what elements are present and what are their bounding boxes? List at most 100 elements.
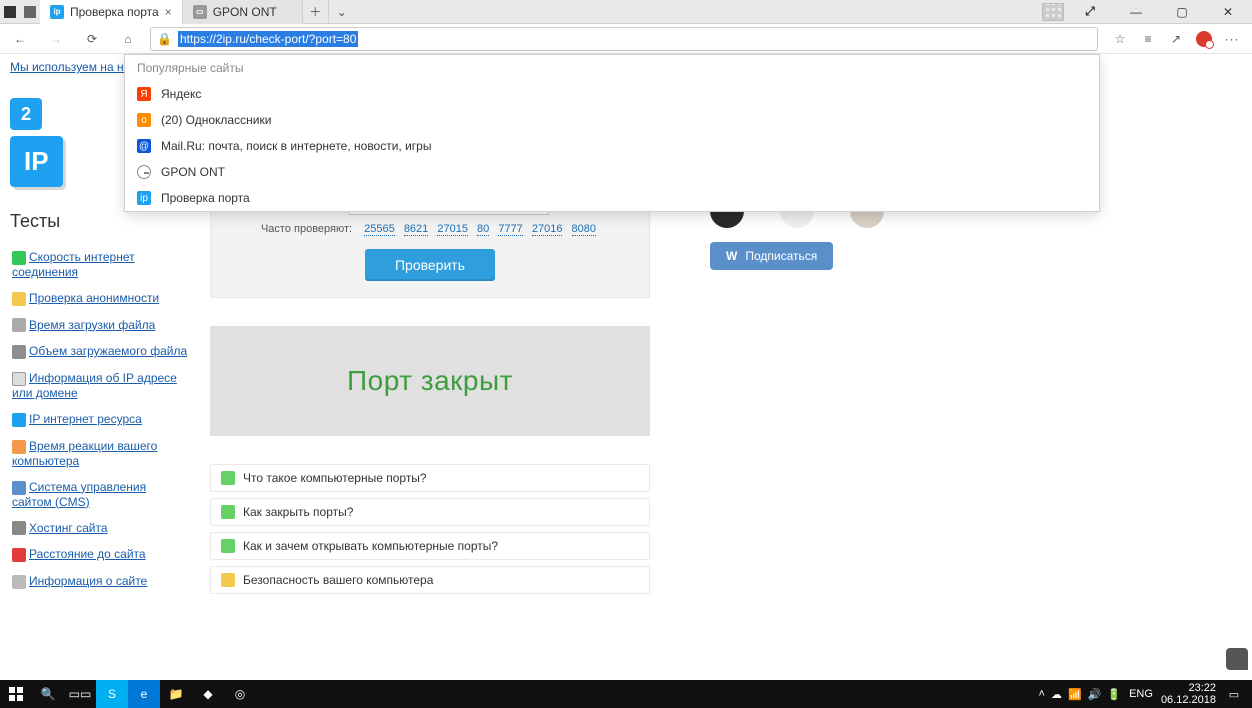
action-center-button[interactable]: ▭ bbox=[1224, 688, 1244, 701]
sidebar-item-download-time[interactable]: Время загрузки файла bbox=[10, 312, 190, 339]
close-window-button[interactable]: ✕ bbox=[1208, 0, 1248, 24]
test-list: Скорость интернет соединения Проверка ан… bbox=[10, 244, 190, 595]
freq-port-link[interactable]: 7777 bbox=[498, 223, 522, 236]
sidebar-item-ip-info[interactable]: Информация об IP адресе или домене bbox=[10, 365, 190, 406]
freq-port-link[interactable]: 27016 bbox=[532, 223, 563, 236]
sidebar-item-resource-ip[interactable]: IP интернет ресурса bbox=[10, 406, 190, 433]
grid-icon[interactable] bbox=[1042, 3, 1064, 21]
new-tab-button[interactable]: ＋ bbox=[303, 0, 329, 24]
tray-language[interactable]: ENG bbox=[1129, 688, 1153, 700]
freq-ports: 25565 8621 27015 80 7777 27016 8080 bbox=[361, 223, 599, 235]
window-system-icon bbox=[24, 6, 36, 18]
reading-list-icon[interactable]: ≡ bbox=[1140, 31, 1156, 47]
favicon-generic-icon: ▭ bbox=[193, 5, 207, 19]
suggestion-item-yandex[interactable]: Я Яндекс bbox=[125, 81, 1099, 107]
maximize-button[interactable]: ▢ bbox=[1162, 0, 1202, 24]
url-text: https://2ip.ru/check-port/?port=80 bbox=[178, 31, 358, 47]
suggestions-header: Популярные сайты bbox=[125, 55, 1099, 81]
freq-label: Часто проверяют: bbox=[261, 223, 352, 235]
suggestion-label: Mail.Ru: почта, поиск в интернете, новос… bbox=[161, 139, 431, 153]
tray-chevron-icon[interactable]: ˄ bbox=[1039, 688, 1045, 701]
favorites-icon[interactable]: ☆ bbox=[1112, 31, 1128, 47]
suggestion-label: GPON ONT bbox=[161, 165, 225, 179]
suggestion-item-gpon[interactable]: GPON ONT bbox=[125, 159, 1099, 185]
menu-button[interactable]: ··· bbox=[1224, 31, 1240, 47]
tab-label: GPON ONT bbox=[213, 5, 277, 19]
freq-port-link[interactable]: 25565 bbox=[364, 223, 395, 236]
favicon-2ip-icon: ip bbox=[50, 5, 64, 19]
freq-port-link[interactable]: 80 bbox=[477, 223, 489, 236]
suggestion-label: (20) Одноклассники bbox=[161, 113, 271, 127]
freq-port-link[interactable]: 27015 bbox=[437, 223, 468, 236]
cookie-notice-link[interactable]: Мы используем на на bbox=[10, 60, 130, 74]
chat-widget-icon[interactable] bbox=[1226, 648, 1248, 670]
history-icon bbox=[137, 165, 151, 179]
sidebar-item-distance[interactable]: Расстояние до сайта bbox=[10, 541, 190, 568]
suggestion-item-checkport[interactable]: ip Проверка порта bbox=[125, 185, 1099, 211]
search-button[interactable]: 🔍 bbox=[32, 680, 64, 708]
start-button[interactable] bbox=[0, 680, 32, 708]
lock-icon bbox=[221, 573, 235, 587]
freq-port-link[interactable]: 8080 bbox=[572, 223, 596, 236]
sidebar-item-hosting[interactable]: Хостинг сайта bbox=[10, 515, 190, 542]
navbar: ← → ⟳ ⌂ 🔒 https://2ip.ru/check-port/?por… bbox=[0, 24, 1252, 54]
taskbar-app-generic[interactable]: ◆ bbox=[192, 680, 224, 708]
freq-port-link[interactable]: 8621 bbox=[404, 223, 428, 236]
minimize-button[interactable]: — bbox=[1116, 0, 1156, 24]
sidebar-item-file-size[interactable]: Объем загружаемого файла bbox=[10, 338, 190, 365]
mailru-icon: @ bbox=[137, 139, 151, 153]
taskbar-app-explorer[interactable]: 📁 bbox=[160, 680, 192, 708]
taskbar: 🔍 ▭▭ S e 📁 ◆ ◎ ˄ ☁ 📶 🔊 🔋 ENG 23:22 06.12… bbox=[0, 680, 1252, 708]
check-button[interactable]: Проверить bbox=[365, 249, 495, 281]
tray-icons[interactable]: ˄ ☁ 📶 🔊 🔋 bbox=[1039, 688, 1122, 701]
tray-battery-icon[interactable]: 🔋 bbox=[1107, 688, 1121, 701]
faq-item[interactable]: Что такое компьютерные порты? bbox=[210, 464, 650, 492]
fullscreen-button[interactable]: ⤢ bbox=[1070, 0, 1110, 24]
taskbar-app-edge[interactable]: e bbox=[128, 680, 160, 708]
tab-menu-button[interactable]: ⌄ bbox=[329, 0, 355, 24]
faq-item[interactable]: Как закрыть порты? bbox=[210, 498, 650, 526]
windows-icon bbox=[9, 687, 23, 701]
window-system-icon bbox=[4, 6, 16, 18]
sidebar-item-cms[interactable]: Система управления сайтом (CMS) bbox=[10, 474, 190, 515]
share-icon[interactable]: ↗ bbox=[1168, 31, 1184, 47]
vk-icon: W bbox=[726, 249, 737, 263]
suggestion-label: Яндекс bbox=[161, 87, 201, 101]
result-text: Порт закрыт bbox=[347, 365, 513, 397]
faq-item[interactable]: Безопасность вашего компьютера bbox=[210, 566, 650, 594]
browser-tabs: ip Проверка порта × ▭ GPON ONT ＋ ⌄ bbox=[40, 0, 355, 24]
sidebar-item-reaction-time[interactable]: Время реакции вашего компьютера bbox=[10, 433, 190, 474]
taskbar-app-teamviewer[interactable]: ◎ bbox=[224, 680, 256, 708]
taskbar-app-skype[interactable]: S bbox=[96, 680, 128, 708]
faq-item[interactable]: Как и зачем открывать компьютерные порты… bbox=[210, 532, 650, 560]
url-bar[interactable]: 🔒 https://2ip.ru/check-port/?port=80 bbox=[150, 27, 1098, 51]
home-button[interactable]: ⌂ bbox=[114, 25, 142, 53]
tray-volume-icon[interactable]: 🔊 bbox=[1088, 688, 1102, 701]
url-suggestions-dropdown: Популярные сайты Я Яндекс o (20) Однокла… bbox=[124, 54, 1100, 212]
forward-button[interactable]: → bbox=[42, 25, 70, 53]
tab-close-icon[interactable]: × bbox=[165, 5, 172, 19]
tab-gpon[interactable]: ▭ GPON ONT bbox=[183, 0, 303, 24]
suggestion-item-mailru[interactable]: @ Mail.Ru: почта, поиск в интернете, нов… bbox=[125, 133, 1099, 159]
sidebar-item-anonymity[interactable]: Проверка анонимности bbox=[10, 285, 190, 312]
2ip-icon: ip bbox=[137, 191, 151, 205]
doc-icon bbox=[221, 539, 235, 553]
task-view-button[interactable]: ▭▭ bbox=[64, 680, 96, 708]
back-button[interactable]: ← bbox=[6, 25, 34, 53]
extension-icon[interactable] bbox=[1196, 31, 1212, 47]
tray-clock[interactable]: 23:22 06.12.2018 bbox=[1161, 682, 1216, 706]
tray-network-icon[interactable]: 📶 bbox=[1068, 688, 1082, 701]
doc-icon bbox=[221, 505, 235, 519]
sidebar-item-site-info[interactable]: Информация о сайте bbox=[10, 568, 190, 595]
sidebar-item-speed[interactable]: Скорость интернет соединения bbox=[10, 244, 190, 285]
tray-onedrive-icon[interactable]: ☁ bbox=[1051, 688, 1062, 701]
ok-icon: o bbox=[137, 113, 151, 127]
titlebar: ip Проверка порта × ▭ GPON ONT ＋ ⌄ ⤢ — ▢… bbox=[0, 0, 1252, 24]
result-box: Порт закрыт bbox=[210, 326, 650, 436]
doc-icon bbox=[221, 471, 235, 485]
suggestion-item-ok[interactable]: o (20) Одноклассники bbox=[125, 107, 1099, 133]
yandex-icon: Я bbox=[137, 87, 151, 101]
refresh-button[interactable]: ⟳ bbox=[78, 25, 106, 53]
tab-check-port[interactable]: ip Проверка порта × bbox=[40, 0, 183, 24]
subscribe-button[interactable]: W Подписаться bbox=[710, 242, 833, 270]
